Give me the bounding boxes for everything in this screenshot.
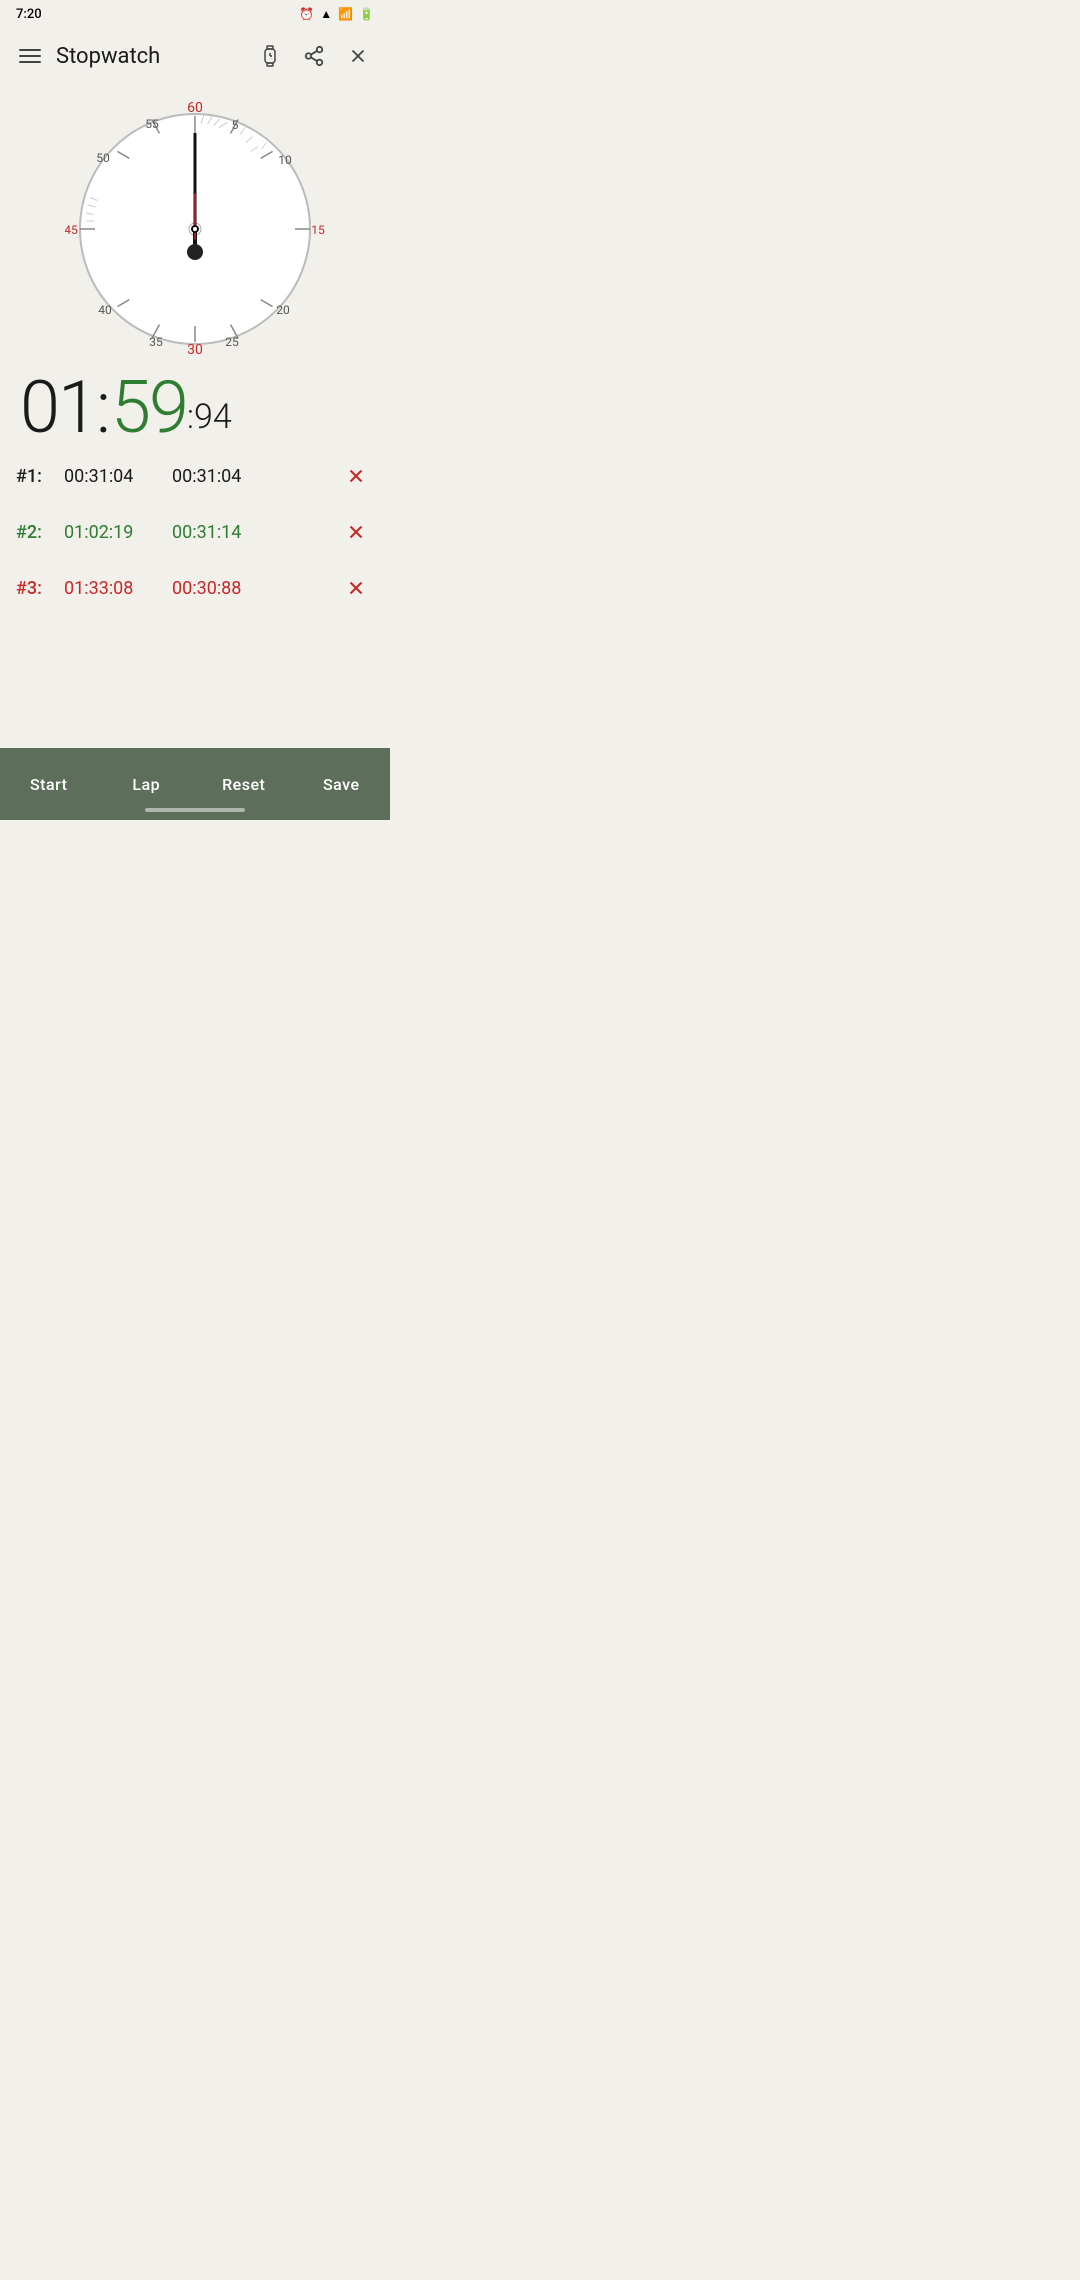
svg-text:15: 15 <box>311 223 325 237</box>
svg-text:30: 30 <box>187 342 203 354</box>
lap-split-time: 00:31:14 <box>172 522 330 543</box>
status-icons: ⏰ ▲ 📶 🔋 <box>299 7 374 21</box>
table-row: #1: 00:31:04 00:31:04 <box>16 448 374 504</box>
signal-icon: 📶 <box>338 7 353 21</box>
watch-button[interactable] <box>250 36 290 76</box>
close-button[interactable] <box>338 36 378 76</box>
svg-text:45: 45 <box>65 223 78 237</box>
close-icon <box>347 45 369 67</box>
share-icon <box>303 45 325 67</box>
spacer <box>0 682 390 748</box>
lap-delete-button[interactable] <box>338 458 374 494</box>
svg-text:60: 60 <box>187 100 203 116</box>
delete-icon <box>345 577 367 599</box>
save-button[interactable]: Save <box>293 748 391 820</box>
watch-icon <box>258 44 282 68</box>
lap-list: #1: 00:31:04 00:31:04 #2: 01:02:19 00:31… <box>0 448 390 682</box>
share-button[interactable] <box>294 36 334 76</box>
menu-icon <box>19 49 41 63</box>
delete-icon <box>345 521 367 543</box>
status-bar: 7:20 ⏰ ▲ 📶 🔋 <box>0 0 390 28</box>
svg-text:55: 55 <box>145 117 159 131</box>
svg-text:10: 10 <box>278 153 292 167</box>
lap-delete-button[interactable] <box>338 570 374 606</box>
battery-icon: 🔋 <box>359 7 374 21</box>
digital-minutes: 01 <box>20 372 96 444</box>
lap-number: #1: <box>16 466 56 487</box>
svg-text:5: 5 <box>232 118 239 132</box>
digital-colon-1: : <box>96 372 111 444</box>
alarm-icon: ⏰ <box>299 7 314 21</box>
lap-split-time: 00:30:88 <box>172 578 330 599</box>
wifi-icon: ▲ <box>320 7 332 21</box>
lap-total-time: 00:31:04 <box>64 466 164 487</box>
digital-colon-2: : <box>187 400 194 444</box>
svg-text:25: 25 <box>225 335 239 349</box>
lap-total-time: 01:33:08 <box>64 578 164 599</box>
page-title: Stopwatch <box>56 44 250 69</box>
clock-face-container: 60 5 10 15 20 25 30 35 40 45 50 55 <box>0 84 390 364</box>
bottom-bar: Start Lap Reset Save <box>0 748 390 820</box>
svg-text:50: 50 <box>96 151 110 165</box>
delete-icon <box>345 465 367 487</box>
lap-number: #3: <box>16 578 56 599</box>
svg-text:20: 20 <box>276 303 290 317</box>
svg-text:40: 40 <box>98 303 112 317</box>
digital-centiseconds: 94 <box>194 400 232 444</box>
top-bar-actions <box>250 36 378 76</box>
table-row: #2: 01:02:19 00:31:14 <box>16 504 374 560</box>
lap-delete-button[interactable] <box>338 514 374 550</box>
lap-split-time: 00:31:04 <box>172 466 330 487</box>
lap-number: #2: <box>16 522 56 543</box>
start-button[interactable]: Start <box>0 748 98 820</box>
stopwatch-face: 60 5 10 15 20 25 30 35 40 45 50 55 <box>65 94 325 354</box>
nav-indicator <box>145 808 245 812</box>
svg-text:35: 35 <box>149 335 163 349</box>
top-bar: Stopwatch <box>0 28 390 84</box>
menu-button[interactable] <box>12 38 48 74</box>
digital-display: 01 : 59 : 94 <box>0 364 390 448</box>
status-time: 7:20 <box>16 7 42 22</box>
digital-seconds: 59 <box>111 372 187 444</box>
lap-total-time: 01:02:19 <box>64 522 164 543</box>
table-row: #3: 01:33:08 00:30:88 <box>16 560 374 616</box>
